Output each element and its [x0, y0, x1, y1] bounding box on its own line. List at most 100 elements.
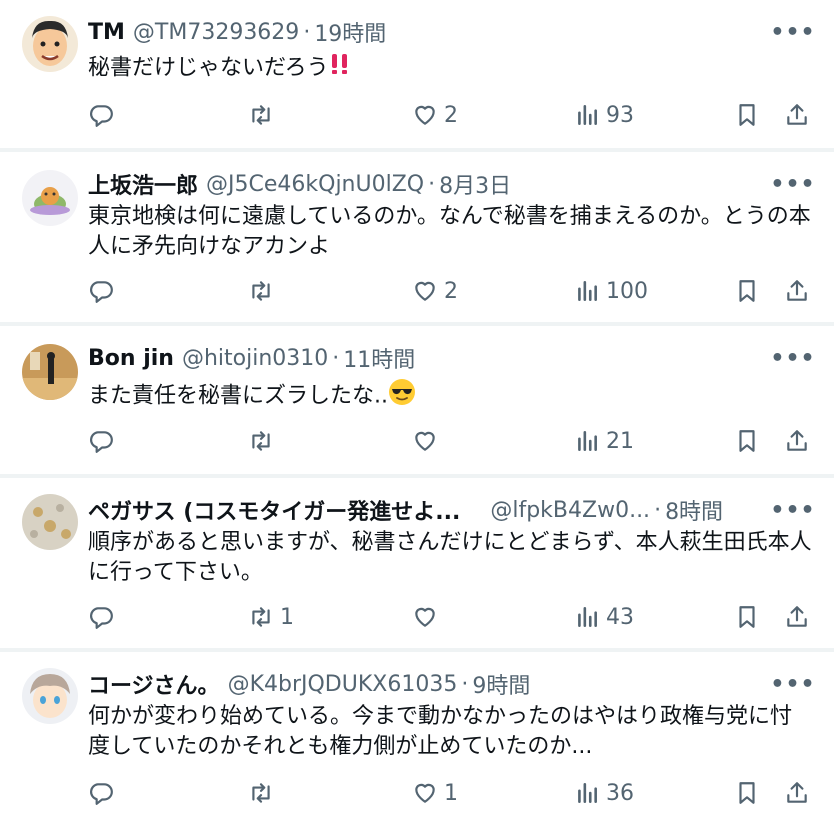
more-icon[interactable]: ••• — [770, 168, 814, 200]
view-count: 21 — [606, 428, 634, 454]
share-icon — [784, 604, 810, 630]
tweet[interactable]: 上坂浩一郎 @J5Ce46kQjnU0lZQ · 8月3日 ••• 東京地検は何… — [0, 152, 834, 326]
heart-icon — [412, 102, 438, 128]
bookmark-icon — [734, 428, 760, 454]
views-icon — [574, 428, 600, 454]
bookmark-icon — [734, 780, 760, 806]
bookmark-button[interactable] — [734, 274, 760, 308]
separator-dot: · — [428, 171, 436, 197]
timestamp[interactable]: 11時間 — [343, 342, 415, 374]
reply-button[interactable] — [88, 424, 120, 458]
user-handle[interactable]: @TM73293629 — [133, 20, 299, 45]
like-count: 2 — [444, 102, 458, 128]
like-button[interactable]: 2 — [412, 98, 458, 132]
like-button[interactable] — [412, 600, 444, 634]
more-icon[interactable]: ••• — [770, 494, 814, 526]
tweet-actions: 21 — [88, 424, 818, 458]
avatar[interactable] — [22, 344, 78, 400]
tweet-actions: 2 100 — [88, 274, 818, 308]
share-button[interactable] — [784, 776, 810, 810]
view-count: 36 — [606, 780, 634, 806]
tweet-text: 東京地検は何に遠慮しているのか。なんで秘書を捕まえるのか。とうの本人に矛先向けな… — [88, 204, 811, 259]
reply-icon — [88, 780, 114, 806]
views-button[interactable]: 43 — [574, 600, 634, 634]
retweet-icon — [248, 604, 274, 630]
timestamp[interactable]: 19時間 — [314, 16, 386, 48]
tweet-actions: 2 93 — [88, 98, 818, 132]
share-icon — [784, 102, 810, 128]
reply-icon — [88, 428, 114, 454]
avatar[interactable] — [22, 16, 78, 72]
share-button[interactable] — [784, 424, 810, 458]
user-handle[interactable]: @K4brJQDUKX61035 — [228, 672, 458, 697]
bookmark-button[interactable] — [734, 776, 760, 810]
tweet[interactable]: TM @TM73293629 · 19時間 ••• 秘書だけじゃないだろう 2 … — [0, 0, 834, 152]
view-count: 43 — [606, 604, 634, 630]
timestamp[interactable]: 8時間 — [665, 494, 723, 526]
views-button[interactable]: 21 — [574, 424, 634, 458]
user-handle[interactable]: @J5Ce46kQjnU0lZQ — [206, 172, 424, 197]
bookmark-button[interactable] — [734, 600, 760, 634]
display-name[interactable]: Bon jin — [88, 346, 174, 371]
reply-button[interactable] — [88, 776, 120, 810]
like-button[interactable]: 2 — [412, 274, 458, 308]
bookmark-button[interactable] — [734, 424, 760, 458]
like-button[interactable]: 1 — [412, 776, 458, 810]
view-count: 93 — [606, 102, 634, 128]
tweet-text: 順序があると思いますが、秘書さんだけにとどまらず、本人萩生田氏本人に行って下さい… — [88, 530, 812, 585]
timestamp[interactable]: 9時間 — [472, 668, 530, 700]
bookmark-icon — [734, 102, 760, 128]
reply-icon — [88, 278, 114, 304]
like-count: 1 — [444, 780, 458, 806]
heart-icon — [412, 604, 438, 630]
reply-button[interactable] — [88, 98, 120, 132]
tweet-text: また責任を秘書にズラしたな.. — [88, 383, 388, 409]
bookmark-button[interactable] — [734, 98, 760, 132]
share-button[interactable] — [784, 274, 810, 308]
views-button[interactable]: 93 — [574, 98, 634, 132]
reply-icon — [88, 102, 114, 128]
heart-icon — [412, 780, 438, 806]
reply-icon — [88, 604, 114, 630]
reply-button[interactable] — [88, 600, 120, 634]
separator-dot: · — [303, 19, 311, 45]
separator-dot: · — [332, 345, 340, 371]
like-count: 2 — [444, 278, 458, 304]
views-icon — [574, 102, 600, 128]
more-icon[interactable]: ••• — [770, 342, 814, 374]
tweet[interactable]: Bon jin @hitojin0310 · 11時間 ••• また責任を秘書に… — [0, 326, 834, 478]
tweet-text: 何かが変わり始めている。今まで動かなかったのはやはり政権与党に忖度していたのかそ… — [88, 704, 793, 759]
tweet[interactable]: ペガサス (コスモタイガー発進せよ... @lfpkB4Zw0... · 8時間… — [0, 478, 834, 652]
tweet[interactable]: コージさん。 @K4brJQDUKX61035 · 9時間 ••• 何かが変わり… — [0, 652, 834, 822]
views-button[interactable]: 36 — [574, 776, 634, 810]
avatar[interactable] — [22, 494, 78, 550]
avatar[interactable] — [22, 668, 78, 724]
retweet-button[interactable] — [248, 424, 280, 458]
more-icon[interactable]: ••• — [770, 668, 814, 700]
display-name[interactable]: TM — [88, 20, 125, 45]
timestamp[interactable]: 8月3日 — [439, 168, 511, 200]
tweet-text: 秘書だけじゃないだろう — [88, 55, 329, 81]
display-name[interactable]: ペガサス (コスモタイガー発進せよ... — [88, 494, 460, 526]
share-icon — [784, 780, 810, 806]
avatar[interactable] — [22, 170, 78, 226]
retweet-button[interactable]: 1 — [248, 600, 294, 634]
double-exclamation-icon — [329, 52, 351, 85]
retweet-count: 1 — [280, 604, 294, 630]
retweet-button[interactable] — [248, 776, 280, 810]
views-button[interactable]: 100 — [574, 274, 648, 308]
separator-dot: · — [461, 671, 469, 697]
display-name[interactable]: 上坂浩一郎 — [88, 168, 198, 200]
user-handle[interactable]: @lfpkB4Zw0... — [490, 498, 650, 523]
share-button[interactable] — [784, 98, 810, 132]
more-icon[interactable]: ••• — [770, 16, 814, 48]
reply-button[interactable] — [88, 274, 120, 308]
retweet-button[interactable] — [248, 274, 280, 308]
display-name[interactable]: コージさん。 — [88, 668, 220, 700]
user-handle[interactable]: @hitojin0310 — [182, 346, 328, 371]
retweet-button[interactable] — [248, 98, 280, 132]
like-button[interactable] — [412, 424, 444, 458]
share-button[interactable] — [784, 600, 810, 634]
views-icon — [574, 780, 600, 806]
tweet-actions: 1 36 — [88, 776, 818, 810]
